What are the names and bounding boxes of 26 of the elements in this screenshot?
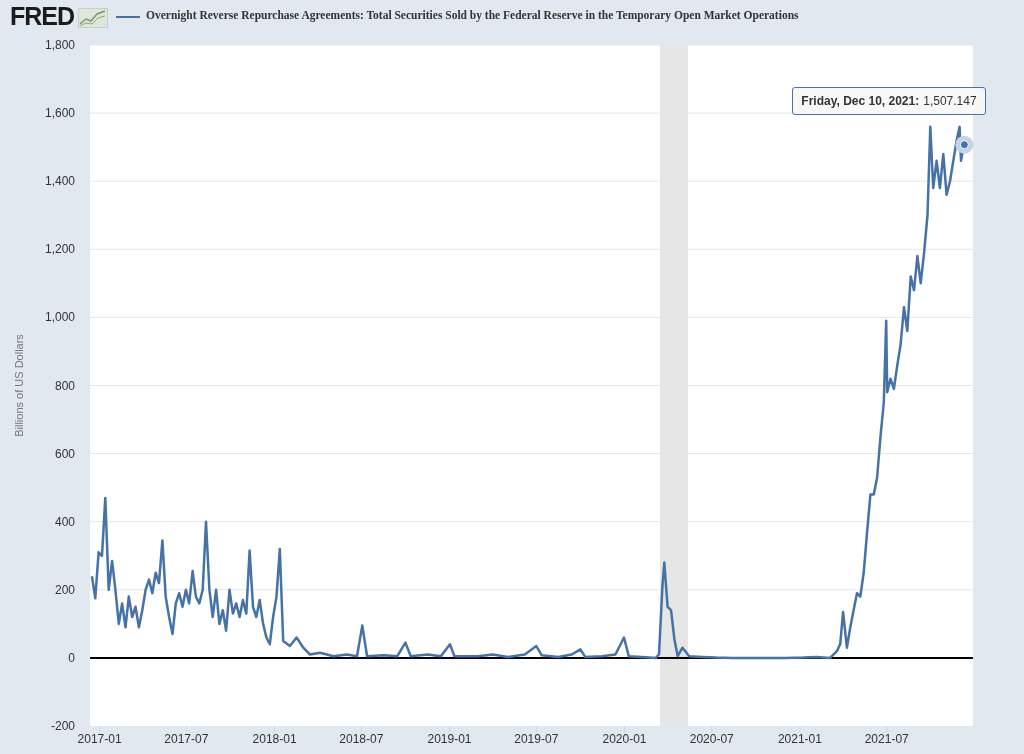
y-axis-label: 0: [68, 650, 75, 665]
x-axis-label: 2019-07: [514, 732, 559, 746]
y-axis-label: 600: [54, 446, 75, 461]
x-axis-label: 2018-07: [339, 732, 384, 746]
x-axis-label: 2018-01: [252, 732, 297, 746]
tooltip-value: 1,507.147: [923, 93, 977, 108]
x-axis-label: 2021-07: [864, 732, 909, 746]
x-axis-label: 2019-01: [427, 732, 472, 746]
y-axis-label: 400: [54, 514, 75, 529]
y-axis-label: 1,800: [44, 38, 75, 52]
x-axis-label: 2017-07: [164, 732, 209, 746]
fred-logo[interactable]: FRED: [10, 2, 75, 30]
x-axis-label: 2021-01: [777, 732, 822, 746]
y-axis-label: 200: [54, 582, 75, 597]
y-axis-title: Billions of US Dollars: [13, 334, 25, 437]
y-axis-label: 1,600: [44, 106, 75, 121]
y-axis-label: 1,000: [44, 310, 75, 325]
tooltip-date: Friday, Dec 10, 2021:: [801, 93, 920, 108]
y-axis-label: -200: [50, 719, 75, 733]
y-axis-label: 1,400: [44, 174, 75, 189]
y-axis-label: 1,200: [44, 242, 75, 257]
x-axis-label: 2017-01: [77, 732, 122, 746]
series-title: Overnight Reverse Repurchase Agreements: Total Securities Sold by the Federal Reserve in the Temporary Open Market Operations: [146, 9, 799, 21]
x-axis-label: 2020-01: [602, 732, 647, 746]
y-axis-label: 800: [54, 378, 75, 393]
x-axis-label: 2020-07: [689, 732, 734, 746]
